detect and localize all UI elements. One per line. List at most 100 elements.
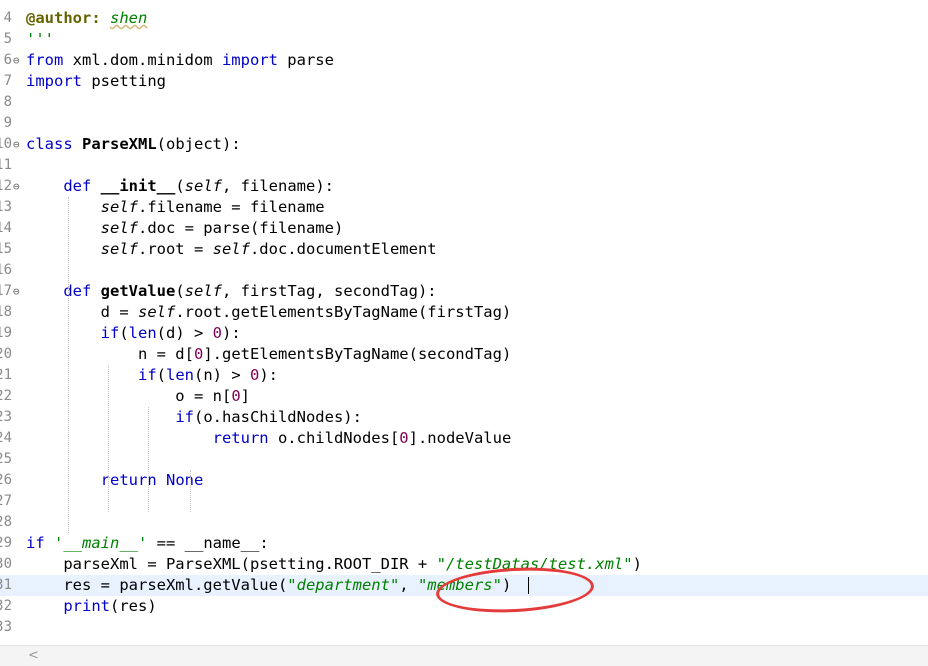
code-token: ( [175,177,185,195]
code-token: psetting [82,72,166,90]
code-text[interactable]: if(len(d) > 0): [26,323,241,344]
code-line[interactable]: 5 ''' [0,29,928,50]
code-text[interactable]: self.doc = parse(filename) [26,218,344,239]
code-text[interactable]: from xml.dom.minidom import parse [26,50,334,71]
code-token: res = parseXml.getValue( [26,576,288,594]
code-text[interactable]: import psetting [26,71,166,92]
line-number: 17 [0,283,12,299]
code-token: (n) > [194,366,250,384]
fold-toggle-icon[interactable]: ⊖ [13,50,24,71]
code-token: if [137,366,157,384]
code-editor[interactable]: 4 @author: shen 5 ''' 6 ⊖ from xml.dom.minidom… [0,0,928,645]
code-line[interactable]: 33 [0,617,928,638]
line-number: 20 [0,346,12,362]
code-token: n = d[ [26,345,194,363]
code-text[interactable]: if '__main__' == __name__: [26,533,269,554]
code-token: o = n[ [26,387,232,405]
line-number: 10 [0,136,12,152]
code-token: (o.hasChildNodes): [193,408,362,426]
code-line[interactable]: 27 [0,491,928,512]
code-line[interactable]: 4 @author: shen [0,8,928,29]
code-text[interactable]: return o.childNodes[0].nodeValue [26,428,512,449]
line-number: 32 [0,598,12,614]
code-text[interactable]: if(len(n) > 0): [26,365,278,386]
line-number: 9 [3,115,12,131]
line-number: 19 [0,325,12,341]
code-token: '__main__' [54,534,148,552]
code-line[interactable]: 20 n = d[0].getElementsByTagName(secondT… [0,344,928,365]
code-text[interactable]: def getValue(self, firstTag, secondTag): [26,281,436,302]
code-token: == __name__: [147,534,269,552]
code-line[interactable]: 13 self.filename = filename [0,197,928,218]
code-token: len [128,324,157,342]
line-number: 18 [0,304,12,320]
line-number: 26 [0,472,12,488]
code-line[interactable]: 25 [0,449,928,470]
code-token: (d) > [156,324,213,342]
code-token: self [184,282,222,300]
code-line[interactable]: 26 return None [0,470,928,491]
code-line[interactable]: 18 d = self.root.getElementsByTagName(fi… [0,302,928,323]
code-line[interactable]: 16 [0,260,928,281]
fold-toggle-icon[interactable]: ⊖ [13,134,24,155]
code-token: 0 [193,345,204,363]
code-text[interactable]: @author: shen [26,8,147,29]
code-line[interactable]: 29 if '__main__' == __name__: [0,533,928,554]
line-number: 24 [0,430,12,446]
code-text[interactable]: def __init__(self, filename): [26,176,334,197]
code-line[interactable]: 19 if(len(d) > 0): [0,323,928,344]
code-token: ( [175,282,185,300]
code-text[interactable]: return None [26,470,204,491]
code-line[interactable]: 12⊖ def __init__(self, filename): [0,176,928,197]
code-token: ParseXML [82,135,157,153]
fold-toggle-icon[interactable]: ⊖ [13,176,24,197]
code-line[interactable]: 7 import psetting [0,71,928,92]
line-number: 15 [0,241,12,257]
code-text[interactable]: print(res) [26,596,156,617]
code-text[interactable]: o = n[0] [26,386,250,407]
code-line[interactable]: 15 self.root = self.doc.documentElement [0,239,928,260]
code-text[interactable]: d = self.root.getElementsByTagName(first… [26,302,512,323]
code-line[interactable]: 24 return o.childNodes[0].nodeValue [0,428,928,449]
code-token: "department" [287,576,400,594]
code-line[interactable]: 28 [0,512,928,533]
scroll-left-arrow-icon[interactable]: < [28,648,39,663]
line-number: 16 [0,262,12,278]
code-token: self [184,177,222,195]
code-line[interactable]: 30 parseXml = ParseXML(psetting.ROOT_DIR… [0,554,928,575]
code-text[interactable]: n = d[0].getElementsByTagName(secondTag) [26,344,511,365]
code-line[interactable]: 11 [0,155,928,176]
code-token: , filename): [222,177,334,195]
code-text[interactable]: ''' [26,29,54,50]
code-line[interactable]: 14 self.doc = parse(filename) [0,218,928,239]
code-token: if [100,324,120,342]
code-token: self [137,303,176,321]
code-line[interactable]: 23 if(o.hasChildNodes): [0,407,928,428]
code-line[interactable]: 8 [0,92,928,113]
code-token: self [212,240,250,258]
line-number: 8 [3,94,12,110]
code-line[interactable]: 21 if(len(n) > 0): [0,365,928,386]
code-token: ( [156,366,166,384]
code-token: ): [259,366,279,384]
code-text[interactable]: self.filename = filename [26,197,325,218]
code-line[interactable]: 6 ⊖ from xml.dom.minidom import parse [0,50,928,71]
code-token: len [166,366,194,384]
code-line[interactable]: 22 o = n[0] [0,386,928,407]
code-line[interactable]: 10⊖class ParseXML(object): [0,134,928,155]
fold-toggle-icon[interactable]: ⊖ [13,281,24,302]
code-text[interactable]: class ParseXML(object): [26,134,241,155]
horizontal-scrollbar[interactable]: < [0,645,928,666]
code-line[interactable]: 17⊖ def getValue(self, firstTag, secondT… [0,281,928,302]
code-text[interactable]: if(o.hasChildNodes): [26,407,362,428]
code-text[interactable]: self.root = self.doc.documentElement [26,239,437,260]
code-token: return [212,429,269,447]
code-token: d = [26,303,138,321]
line-number: 12 [0,178,12,194]
code-token: .root.getElementsByTagName(firstTag) [175,303,512,321]
line-number: 30 [0,556,12,572]
code-line[interactable]: 9 [0,113,928,134]
